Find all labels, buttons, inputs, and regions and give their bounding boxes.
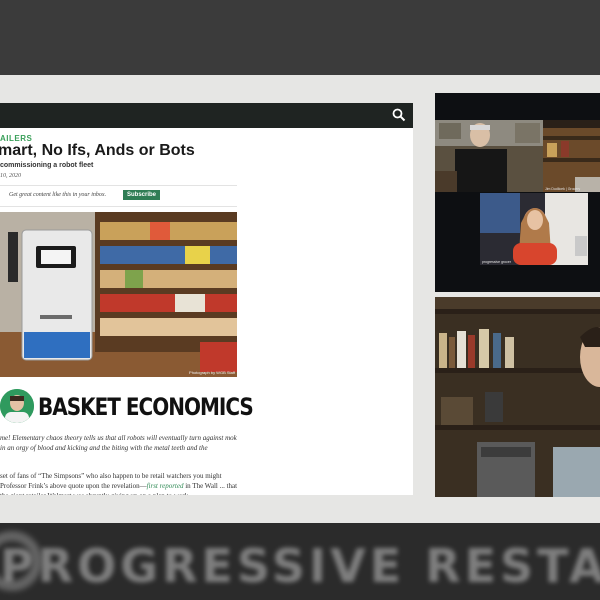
participant-name-1: Jim Dudlicek | Grocery [545,187,581,191]
promo-text: Get great content like this in your inbo… [9,192,107,198]
video-feed-bottom [435,297,600,497]
subscribe-button[interactable]: Subscribe [123,190,161,200]
first-reported-link[interactable]: first reported [147,482,184,490]
article-headline: mart, No Ifs, Ands or Bots [0,142,195,159]
newsletter-promo: Get great content like this in your inbo… [0,185,237,207]
article-date: 10, 2020 [0,173,21,179]
top-dark-band [0,0,600,75]
video-feed-top [435,93,600,292]
author-avatar [0,389,34,423]
photo-credit: Photograph by WGB Staff [189,370,235,375]
participant-name-2: progressive grocer [482,260,511,264]
blurred-background-text: PROGRESSIVE RESTAURANT [0,539,600,593]
video-panel-top: Jim Dudlicek | Grocery progressive groce… [435,93,600,292]
video-panel-bottom [435,297,600,497]
article-photo: Photograph by WGB Staff [0,212,237,377]
store-robot-image [0,212,237,377]
article-paragraph-1: me! Elementary chaos theory tells us tha… [0,434,237,452]
article-paragraph-2: set of fans of “The Simpsons” who also h… [0,471,240,495]
site-header-bar [0,103,413,128]
article-panel: AILERS mart, No Ifs, Ands or Bots commis… [0,103,413,495]
bottom-dark-band: PROGRESSIVE RESTAURANT [0,523,600,600]
article-subhead: commissioning a robot fleet [0,162,94,169]
column-name: BASKET ECONOMICS [38,392,254,421]
search-icon[interactable] [391,107,407,123]
